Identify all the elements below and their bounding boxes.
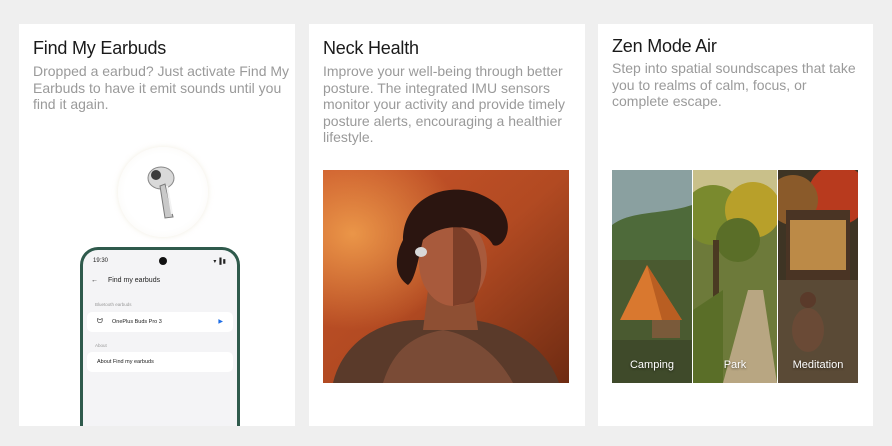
panel-label: Park [723,359,747,371]
neck-health-card: Neck Health Improve your well-being thro… [309,24,585,426]
phone-header: ← Find my earbuds [91,277,160,284]
card-title: Zen Mode Air [612,36,717,56]
card-description: Step into spatial soundscapes that take … [612,60,856,109]
card-description: Improve your well-being through better p… [323,63,565,145]
about-item-label: About Find my earbuds [97,359,154,365]
panel-label: Camping [629,359,675,371]
status-bar: 19:30 ▾▐▮ [93,257,227,268]
phone-mockup: 19:30 ▾▐▮ ← Find my earbuds Bluetooth ea… [80,247,240,426]
status-time: 19:30 [93,258,109,264]
panel-park[interactable]: Park [693,170,777,383]
card-title: Find My Earbuds [33,38,167,58]
signal-icon: ▾▐▮ [213,259,227,265]
neck-health-photo [323,170,569,383]
device-row[interactable]: ᗢ OnePlus Buds Pro 3 ▶ [87,312,233,332]
section-label: Bluetooth earbuds [95,302,132,307]
earbud-image [118,147,208,237]
back-arrow-icon[interactable]: ← [91,277,98,284]
panel-camping[interactable]: Camping [612,170,692,383]
about-row[interactable]: About Find my earbuds [87,352,233,372]
panel-label: Meditation [792,359,844,371]
zen-mode-air-card: Zen Mode Air Step into spatial soundscap… [598,24,873,426]
soundscape-panels: Camping Park Meditation [612,170,858,383]
earbud-icon [147,166,175,219]
card-title: Neck Health [323,38,419,58]
phone-header-title: Find my earbuds [107,277,161,284]
card-description: Dropped a earbud? Just activate Find My … [33,63,290,112]
section-label: About [95,343,107,348]
earbud-small-icon: ᗢ [97,318,103,325]
device-name: OnePlus Buds Pro 3 [112,319,162,325]
panel-meditation[interactable]: Meditation [778,170,858,383]
camera-icon [159,257,167,265]
play-icon[interactable]: ▶ [218,318,223,325]
find-my-earbuds-card: Find My Earbuds Dropped a earbud? Just a… [19,24,295,426]
